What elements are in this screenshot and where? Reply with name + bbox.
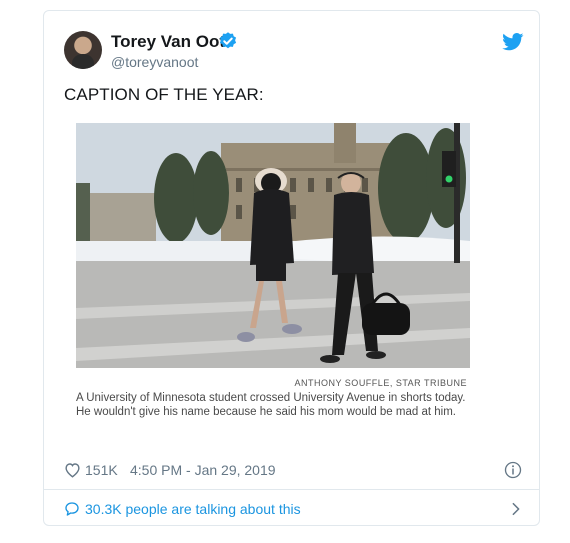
photo-credit: ANTHONY SOUFFLE, STAR TRIBUNE — [294, 378, 467, 388]
info-icon[interactable] — [504, 461, 522, 479]
verified-badge-icon — [219, 32, 237, 49]
author-avatar[interactable] — [64, 31, 102, 69]
heart-icon[interactable] — [64, 462, 81, 478]
author-name[interactable]: Torey Van Oot — [111, 32, 225, 52]
author-handle[interactable]: @toreyvanoot — [111, 54, 198, 70]
chevron-right-icon[interactable] — [510, 502, 522, 516]
conversation-link[interactable]: 30.3K people are talking about this — [64, 500, 522, 520]
twitter-bird-icon[interactable] — [502, 33, 524, 51]
conversation-label: 30.3K people are talking about this — [85, 501, 301, 517]
tweet-card: Torey Van Oot @toreyvanoot CAPTION OF TH… — [43, 10, 540, 526]
tweet-meta: 151K 4:50 PM - Jan 29, 2019 — [64, 461, 522, 481]
tweet-text: CAPTION OF THE YEAR: — [64, 85, 264, 104]
like-count[interactable]: 151K — [85, 462, 118, 478]
tweet-photo[interactable] — [76, 123, 470, 368]
divider — [44, 489, 539, 490]
photo-caption: A University of Minnesota student crosse… — [76, 392, 466, 418]
speech-bubble-icon — [65, 502, 79, 516]
tweet-timestamp[interactable]: 4:50 PM - Jan 29, 2019 — [130, 462, 276, 478]
